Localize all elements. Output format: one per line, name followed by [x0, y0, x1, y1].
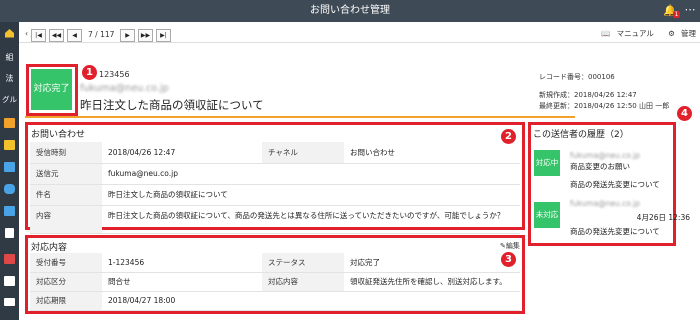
admin-label: 管理 [681, 29, 696, 38]
chat-icon[interactable] [4, 184, 15, 194]
ticket-value: 1-123456 [102, 253, 262, 273]
channel-label: チャネル [262, 142, 344, 164]
prev-10-button[interactable]: ◀◀ [49, 29, 64, 42]
record-subject: 昨日注文した商品の領収証について [80, 98, 264, 112]
response-table: 受付番号 1-123456 ステータス 対応完了 対応区分 問合せ 対応内容 領… [30, 253, 520, 311]
created-info: 新規作成：2018/04/26 12:47 [539, 90, 637, 100]
sidebar-item-group[interactable]: グル [0, 93, 19, 106]
edit-label: 編集 [505, 242, 520, 250]
body-label: 内容 [30, 205, 102, 234]
subject-value: 昨日注文した商品の領収証について [102, 184, 520, 206]
ticket-label: 受付番号 [30, 253, 102, 273]
total-pages: 117 [100, 30, 115, 39]
record-number: レコード番号：000106 [539, 72, 615, 82]
header-divider [19, 42, 700, 43]
received-value: 2018/04/26 12:47 [102, 142, 262, 164]
table-row: 対応区分 問合せ 対応内容 領収証発送先住所を確認し、別送対応します。 [30, 272, 520, 292]
manual-label: マニュアル [616, 29, 654, 38]
next-page-button[interactable]: ▶ [120, 29, 135, 42]
mail-icon[interactable] [4, 254, 15, 264]
deadline-value: 2018/04/27 18:00 [102, 291, 520, 311]
image-icon[interactable] [4, 140, 15, 150]
table-row: 受付番号 1-123456 ステータス 対応完了 [30, 253, 520, 273]
sidebar: 組 法 グル [0, 22, 19, 320]
history-status-tile: 対応中 [534, 150, 560, 176]
record-number-label: レコード番号： [539, 73, 588, 81]
response-title: 対応内容 [31, 243, 68, 253]
sender-value: fukuma@neu.co.jp [102, 163, 520, 185]
updated-value: 2018/04/26 12:50 [574, 102, 637, 110]
action-label: 対応内容 [262, 272, 344, 292]
more-menu-button[interactable]: ⋯ [682, 0, 698, 22]
category-value: 問合せ [102, 272, 262, 292]
category-label: 対応区分 [30, 272, 102, 292]
received-label: 受信時刻 [30, 142, 102, 164]
history-subject: 商品の発送先変更について [570, 227, 660, 236]
record-number-value: 000106 [588, 73, 615, 81]
callout-number-4: 4 [677, 106, 692, 121]
table-row: 件名 昨日注文した商品の領収証について [30, 184, 520, 206]
history-title: この送信者の履歴（2） [533, 130, 629, 140]
edit-button[interactable]: ✎編集 [500, 241, 520, 251]
history-subject: 商品の発送先変更について [570, 180, 660, 189]
record-code: 123456 [99, 70, 130, 79]
current-page: 7 [88, 30, 93, 39]
updated-info: 最終更新：2018/04/26 12:50 山田 一郎 [539, 101, 669, 111]
channel-value: お問い合わせ [344, 142, 520, 164]
updated-label: 最終更新： [539, 102, 574, 110]
history-status-tile: 未対応 [534, 202, 560, 228]
top-bar: お問い合わせ管理 🔔 1 ⋯ [0, 0, 700, 22]
list-icon[interactable] [4, 206, 15, 216]
document-icon[interactable] [5, 228, 14, 238]
history-item[interactable]: 未対応 fukuma@neu.co.jp 4月26日 12:36 商品の発送先変… [534, 198, 690, 238]
book-icon: 📖 [601, 29, 611, 38]
app-title: お問い合わせ管理 [310, 5, 390, 16]
notification-badge: 1 [673, 11, 680, 18]
gear-icon: ⚙ [668, 29, 675, 38]
menu-icon[interactable] [2, 316, 17, 320]
table-row: 受信時刻 2018/04/26 12:47 チャネル お問い合わせ [30, 142, 520, 164]
admin-link[interactable]: ⚙ 管理 [662, 29, 696, 38]
presentation-icon[interactable] [4, 298, 15, 306]
manual-link[interactable]: 📖 マニュアル [595, 29, 654, 38]
inquiry-title: お問い合わせ [31, 130, 86, 140]
created-label: 新規作成： [539, 91, 574, 99]
page-count: 7 / 117 [88, 30, 115, 39]
checklist-icon[interactable] [4, 276, 15, 286]
history-date: 4月26日 12:36 [636, 213, 690, 222]
table-row: 送信元 fukuma@neu.co.jp [30, 163, 520, 185]
updated-by: 山田 一郎 [638, 102, 670, 110]
record-email: fukuma@neu.co.jp [80, 83, 169, 94]
record-divider [25, 116, 575, 118]
action-value: 領収証発送先住所を確認し、別送対応します。 [344, 272, 520, 292]
status-value: 対応完了 [344, 253, 520, 273]
prev-page-button[interactable]: ◀ [67, 29, 82, 42]
last-page-button[interactable]: ▶| [156, 29, 171, 42]
calendar-icon[interactable] [4, 118, 15, 128]
next-10-button[interactable]: ▶▶ [138, 29, 153, 42]
history-email: fukuma@neu.co.jp [570, 199, 640, 208]
status-label: ステータス [262, 253, 344, 273]
history-subject: 商品変更のお願い [570, 162, 630, 171]
deadline-label: 対応期限 [30, 291, 102, 311]
created-value: 2018/04/26 12:47 [574, 91, 637, 99]
history-email: fukuma@neu.co.jp [570, 151, 640, 160]
chevron-left-icon: ‹ [25, 29, 28, 38]
card-icon[interactable] [4, 162, 15, 172]
sender-label: 送信元 [30, 163, 102, 185]
history-item[interactable]: 対応中 fukuma@neu.co.jp 商品変更のお願い 商品の発送先変更につ… [534, 150, 690, 190]
header-links: 📖 マニュアル ⚙ 管理 [589, 28, 696, 39]
subject-label: 件名 [30, 184, 102, 206]
sidebar-item-org[interactable]: 組 [2, 51, 17, 64]
body-value: 昨日注文した商品の領収証について、商品の発送先とは異なる住所に送っていただきたい… [102, 205, 520, 234]
first-page-button[interactable]: |◀ [31, 29, 46, 42]
sidebar-item-corp[interactable]: 法 [2, 72, 17, 85]
callout-box-1 [26, 64, 78, 116]
callout-number-1: 1 [82, 65, 97, 80]
home-icon[interactable] [2, 28, 17, 41]
inquiry-table: 受信時刻 2018/04/26 12:47 チャネル お問い合わせ 送信元 fu… [30, 142, 520, 234]
table-row: 対応期限 2018/04/27 18:00 [30, 291, 520, 311]
table-row: 内容 昨日注文した商品の領収証について、商品の発送先とは異なる住所に送っていただ… [30, 205, 520, 234]
